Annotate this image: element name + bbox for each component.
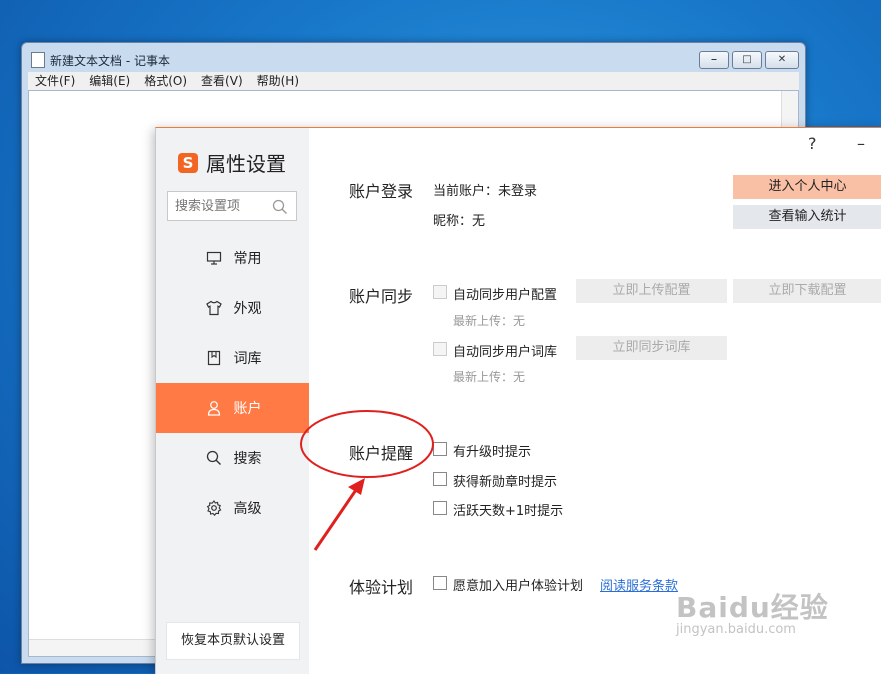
dictionary-icon [204,350,224,366]
sidebar-item-search[interactable]: 搜索 [156,433,309,483]
service-terms-link[interactable]: 阅读服务条款 [600,575,678,594]
profile-center-button[interactable]: 进入个人中心 [733,175,881,199]
upload-config-button[interactable]: 立即上传配置 [576,279,727,303]
nickname-text: 昵称：无 [433,214,486,229]
menu-view[interactable]: 查看(V) [194,72,250,90]
close-icon: ✕ [777,54,787,65]
shirt-icon [204,300,224,316]
experience-plan-checkbox[interactable] [433,576,447,590]
medal-reminder-label: 获得新勋章时提示 [453,475,558,490]
sidebar-item-label: 词库 [233,351,262,367]
notepad-title: 新建文本文档 - 记事本 [50,54,170,68]
download-config-button[interactable]: 立即下载配置 [733,279,881,303]
menu-help[interactable]: 帮助(H) [250,72,306,90]
user-icon [204,400,224,416]
last-upload-dict-text: 最新上传：无 [453,370,526,384]
sidebar-item-label: 账户 [233,401,262,417]
close-button[interactable]: ✕ [765,51,799,69]
minimize-dialog-button[interactable]: – [857,134,865,153]
medal-reminder-checkbox[interactable] [433,472,447,486]
sync-dict-checkbox[interactable] [433,342,447,356]
search-icon [272,199,288,219]
gear-icon [204,500,224,516]
sync-config-checkbox[interactable] [433,285,447,299]
help-button[interactable]: ? [808,134,817,153]
active-days-reminder-checkbox[interactable] [433,501,447,515]
last-upload-config-text: 最新上传：无 [453,314,526,328]
sidebar-item-label: 高级 [233,501,262,517]
active-days-reminder-label: 活跃天数+1时提示 [453,504,564,519]
sidebar-item-label: 常用 [233,251,262,267]
notepad-menubar: 文件(F) 编辑(E) 格式(O) 查看(V) 帮助(H) [28,72,799,90]
baidu-watermark-url: jingyan.baidu.com [676,622,796,637]
sidebar-item-label: 搜索 [233,451,262,467]
current-account-text: 当前账户：未登录 [433,184,538,199]
experience-plan-label: 愿意加入用户体验计划 [453,579,584,594]
section-account-reminder: 账户提醒 [349,444,414,463]
settings-search[interactable] [167,191,297,221]
maximize-icon: □ [742,54,752,65]
section-experience-plan: 体验计划 [349,578,414,597]
sync-dict-label: 自动同步用户词库 [453,345,558,360]
sync-dict-button[interactable]: 立即同步词库 [576,336,727,360]
search-input[interactable] [173,198,277,215]
upgrade-reminder-checkbox[interactable] [433,442,447,456]
restore-defaults-button[interactable]: 恢复本页默认设置 [166,622,300,660]
baidu-watermark-logo: Baidu经验 [676,591,829,624]
notepad-icon [31,52,45,68]
upgrade-reminder-label: 有升级时提示 [453,445,532,460]
sidebar-item-appearance[interactable]: 外观 [156,283,309,333]
section-account-sync: 账户同步 [349,287,414,306]
search-icon [204,450,224,466]
sogou-logo-icon: S [178,152,198,173]
sidebar-item-advanced[interactable]: 高级 [156,483,309,533]
sidebar-item-common[interactable]: 常用 [156,233,309,283]
monitor-icon [204,250,224,266]
brand: S 属性设置 [178,148,286,177]
section-account-login: 账户登录 [349,182,414,201]
settings-sidebar: S 属性设置 常用 外观 词库 [156,128,309,674]
brand-title: 属性设置 [206,152,286,176]
sync-config-label: 自动同步用户配置 [453,288,558,303]
sidebar-item-label: 外观 [233,301,262,317]
minimize-icon: ⎯ [711,54,717,65]
menu-format[interactable]: 格式(O) [137,72,194,90]
menu-edit[interactable]: 编辑(E) [82,72,137,90]
sidebar-item-dictionary[interactable]: 词库 [156,333,309,383]
sidebar-item-account[interactable]: 账户 [156,383,309,433]
input-stats-button[interactable]: 查看输入统计 [733,205,881,229]
minimize-button[interactable]: ⎯ [699,51,729,69]
maximize-button[interactable]: □ [732,51,762,69]
menu-file[interactable]: 文件(F) [28,72,82,90]
